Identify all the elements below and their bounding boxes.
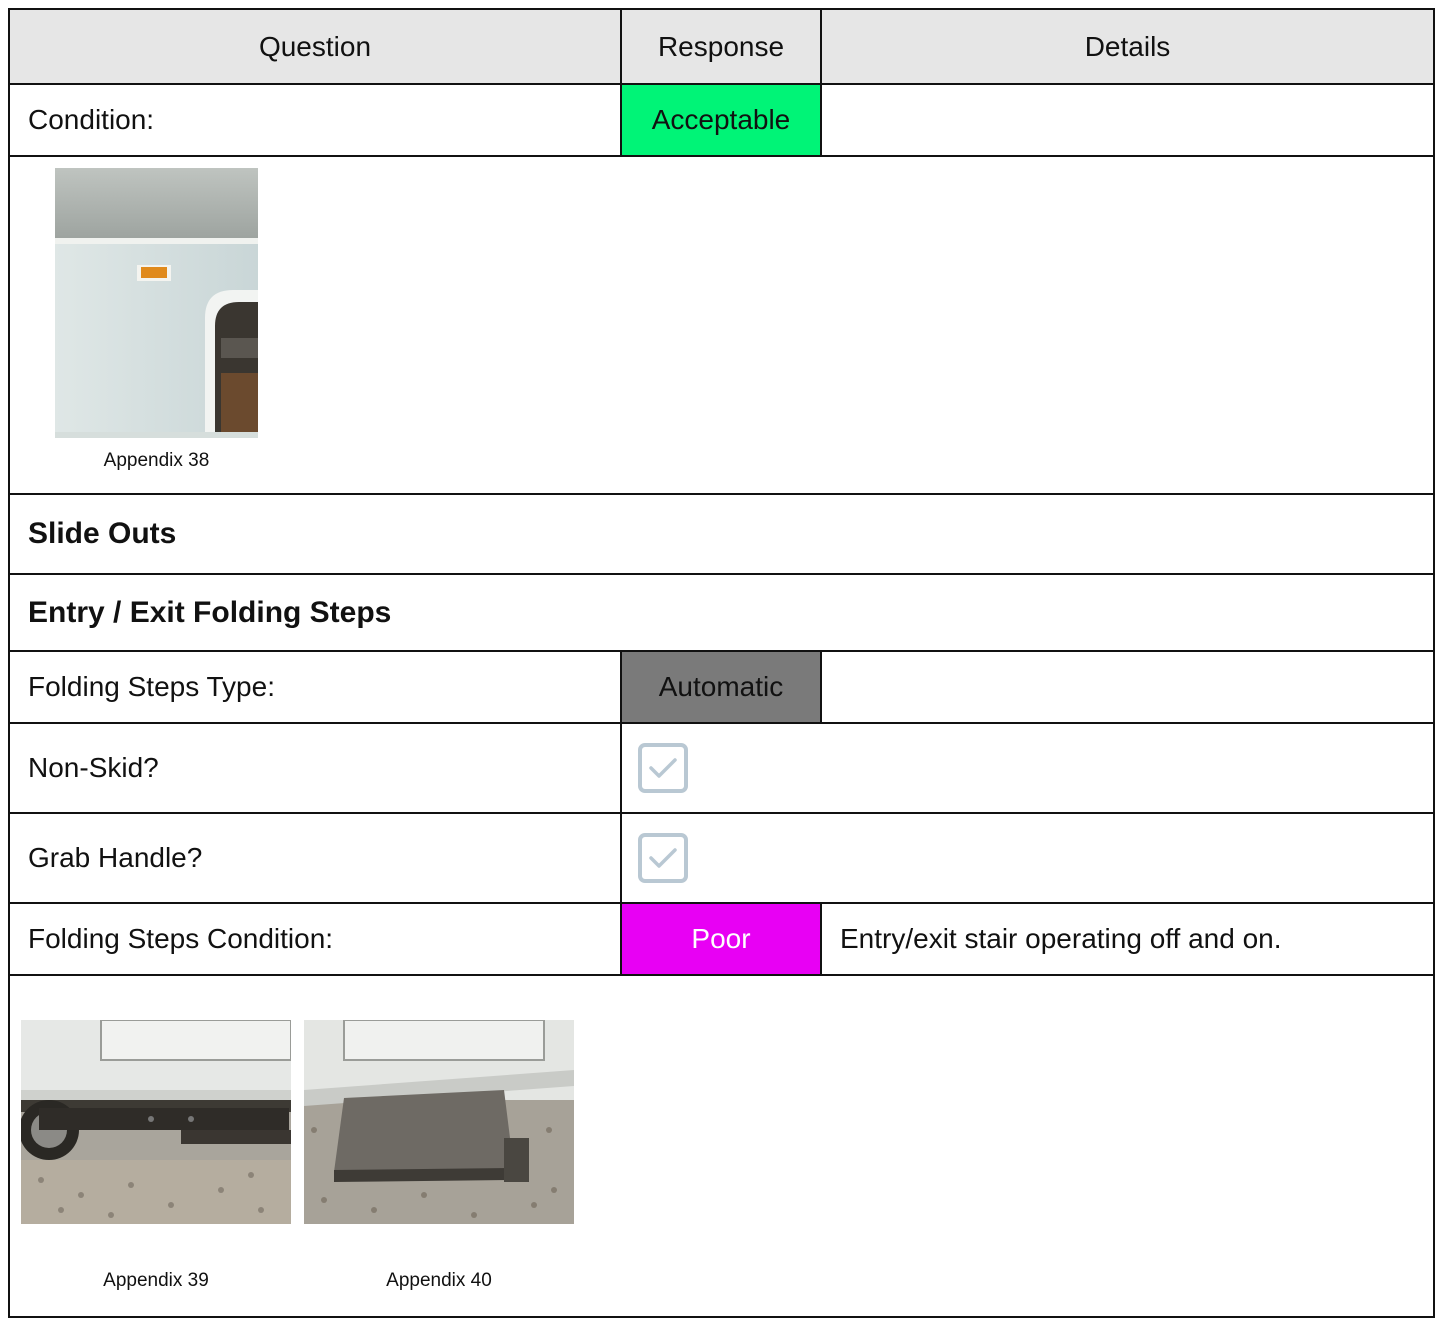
question-folding-steps-condition: Folding Steps Condition: [10, 904, 622, 974]
photo-row-2: Appendix 39 Appendix 40 [10, 976, 1433, 1316]
details-folding-steps-condition: Entry/exit stair operating off and on. [840, 923, 1282, 954]
photo-row-1: Appendix 38 [10, 157, 1433, 495]
check-icon [649, 848, 677, 868]
response-non-skid [622, 724, 1433, 812]
details-folding-steps-type [822, 652, 1433, 722]
non-skid-checkbox[interactable] [638, 743, 688, 793]
rv-wall-photo [55, 168, 258, 438]
question-non-skid: Non-Skid? [10, 724, 622, 812]
section-slide-outs: Slide Outs [10, 495, 1433, 575]
folding-step-photo [21, 1020, 291, 1224]
caption-appendix-38: Appendix 38 [103, 450, 210, 471]
section-title-folding-steps: Entry / Exit Folding Steps [28, 595, 392, 629]
caption-appendix-40: Appendix 40 [386, 1270, 492, 1291]
check-icon [649, 758, 677, 778]
photo-appendix-39[interactable] [21, 1020, 291, 1224]
table-row-folding-steps-condition: Folding Steps Condition: Poor Entry/exit… [10, 904, 1433, 976]
question-folding-steps-type: Folding Steps Type: [10, 652, 622, 722]
header-response: Response [622, 10, 822, 83]
table-row-condition: Condition: Acceptable [10, 85, 1433, 157]
folding-step-photo [304, 1020, 574, 1224]
table-header: Question Response Details [10, 10, 1433, 85]
details-condition [822, 85, 1433, 155]
question-condition: Condition: [10, 85, 622, 155]
grab-handle-checkbox[interactable] [638, 833, 688, 883]
section-folding-steps: Entry / Exit Folding Steps [10, 575, 1433, 652]
response-poor: Poor [622, 904, 822, 974]
response-acceptable: Acceptable [622, 85, 822, 155]
header-question: Question [10, 10, 622, 83]
response-automatic: Automatic [622, 652, 822, 722]
section-title-slide-outs: Slide Outs [28, 517, 177, 550]
table-row-grab-handle: Grab Handle? [10, 814, 1433, 904]
photo-appendix-40[interactable] [304, 1020, 574, 1224]
caption-appendix-39: Appendix 39 [103, 1270, 209, 1291]
table-row-folding-steps-type: Folding Steps Type: Automatic [10, 652, 1433, 724]
response-grab-handle [622, 814, 1433, 902]
photo-appendix-38[interactable] [55, 168, 258, 438]
table-row-non-skid: Non-Skid? [10, 724, 1433, 814]
inspection-table: Question Response Details Condition: Acc… [8, 8, 1435, 1318]
header-details: Details [1084, 30, 1171, 62]
question-grab-handle: Grab Handle? [10, 814, 622, 902]
